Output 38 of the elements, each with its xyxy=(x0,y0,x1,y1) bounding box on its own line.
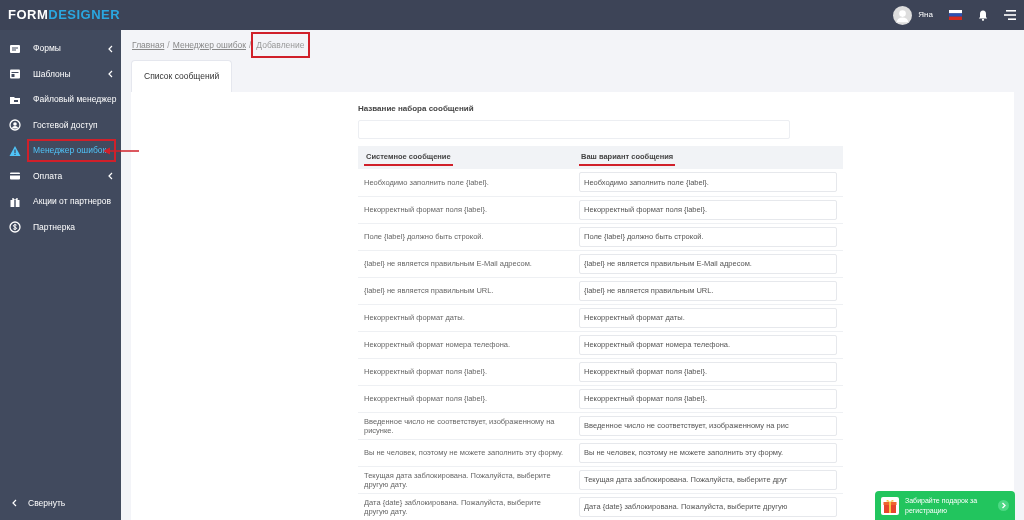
item-label: Менеджер ошибок xyxy=(30,142,113,160)
gift-icon xyxy=(881,496,899,515)
user-name[interactable]: Яна xyxy=(918,9,933,21)
sidebar-item[interactable]: Акции от партнеров xyxy=(0,189,121,215)
sidebar-item[interactable]: Шаблоны xyxy=(0,61,121,87)
document-icon xyxy=(9,42,21,55)
chevron-left-icon xyxy=(12,499,17,508)
user-circle-icon xyxy=(9,119,21,132)
breadcrumb-current: Добавление xyxy=(254,34,307,56)
chevron-right-icon xyxy=(998,500,1009,511)
brand-logo: FORMDESIGNER xyxy=(8,6,121,25)
item-label: Гостевой доступ xyxy=(32,118,99,132)
breadcrumb-separator: / xyxy=(167,38,170,52)
warning-icon xyxy=(9,144,21,157)
sidebar-item[interactable]: Формы xyxy=(0,36,121,62)
coin-icon xyxy=(9,221,21,234)
sidebar-item[interactable]: Гостевой доступ xyxy=(0,112,121,138)
avatar-icon[interactable] xyxy=(893,5,913,25)
layout-icon xyxy=(9,68,21,81)
item-label: Оплата xyxy=(32,169,64,183)
breadcrumb-separator: / xyxy=(248,38,252,52)
collapse-button[interactable]: Свернуть xyxy=(0,490,121,516)
item-label: Файловый менеджер xyxy=(32,93,118,107)
menu-icon[interactable] xyxy=(1004,10,1016,20)
card-icon xyxy=(9,170,21,183)
gift-icon xyxy=(9,195,21,208)
flag-icon[interactable] xyxy=(949,10,962,20)
field-label: Название набора сообщений xyxy=(358,102,475,115)
item-label: Шаблоны xyxy=(32,67,72,81)
item-label: Формы xyxy=(32,42,62,56)
sidebar-item[interactable]: Оплата xyxy=(0,163,121,189)
item-label: Акции от партнеров xyxy=(32,195,113,209)
sidebar-item[interactable]: Менеджер ошибок xyxy=(0,138,121,164)
bell-icon[interactable] xyxy=(978,9,988,21)
sidebar-item[interactable]: Партнерка xyxy=(0,214,121,240)
item-label: Партнерка xyxy=(32,220,77,234)
tab[interactable]: Список сообщений xyxy=(131,60,233,92)
sidebar-item[interactable]: Файловый менеджер xyxy=(0,87,121,113)
